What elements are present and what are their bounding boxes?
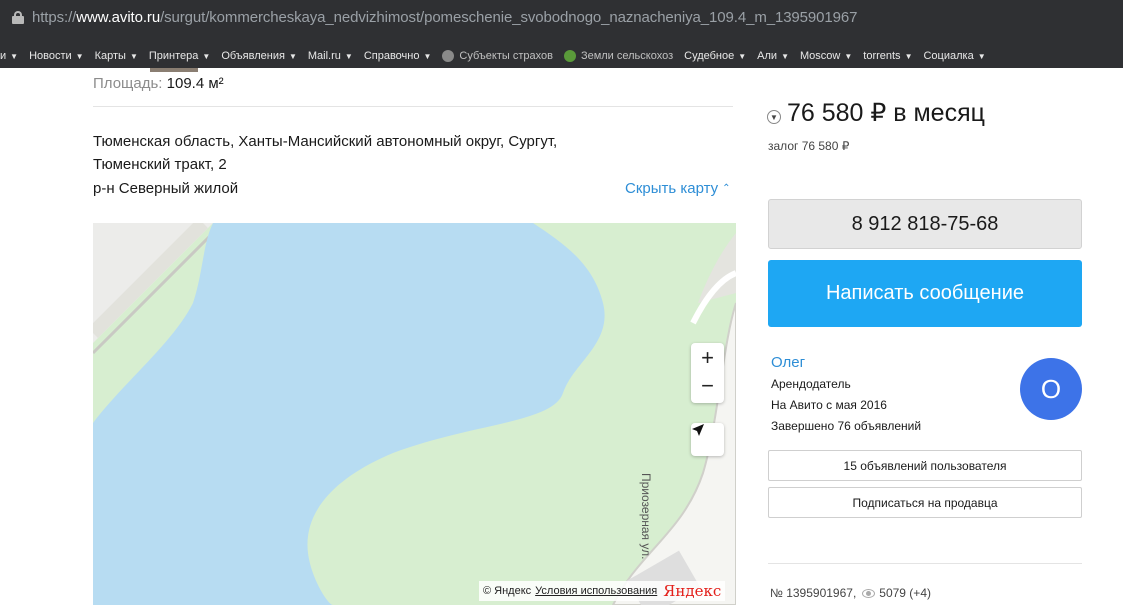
chevron-up-icon: ⌃: [722, 183, 731, 194]
map-copyright: © Яндекс Условия использования Яндекс: [479, 581, 726, 601]
bookmark-label: Карты: [94, 50, 126, 62]
bookmark-item[interactable]: Судебное ▼: [684, 50, 746, 62]
bookmark-item[interactable]: Земли сельскохоз: [563, 50, 674, 62]
caret-down-icon: ▼: [288, 51, 297, 61]
avatar[interactable]: О: [1020, 358, 1082, 420]
write-message-button[interactable]: Написать сообщение: [768, 260, 1082, 327]
bookmark-item[interactable]: Объявления ▼: [221, 50, 297, 62]
listing-meta: № 1395901967, 5079 (+4): [770, 586, 931, 600]
phone-button[interactable]: 8 912 818-75-68: [768, 199, 1082, 249]
address: Тюменская область, Ханты-Мансийский авто…: [93, 130, 653, 176]
bookmark-label: Moscow: [800, 50, 841, 62]
district: р-н Северный жилой: [93, 180, 239, 197]
caret-down-icon: ▼: [738, 51, 747, 61]
url-text[interactable]: https://www.avito.ru/surgut/kommercheska…: [32, 9, 857, 26]
url-host: www.avito.ru: [76, 9, 161, 26]
navigation-arrow-icon: [692, 424, 704, 436]
bookmark-item[interactable]: Новости ▼: [29, 50, 84, 62]
bookmark-label: Новости: [29, 50, 72, 62]
copyright-text: © Яндекс: [483, 585, 532, 597]
subscribe-button[interactable]: Подписаться на продавца: [768, 487, 1082, 518]
bookmark-item[interactable]: Али ▼: [757, 50, 789, 62]
url-path: /surgut/kommercheskaya_nedvizhimost/pome…: [160, 9, 858, 26]
bookmark-label: и: [0, 50, 7, 62]
bookmark-label: torrents: [863, 50, 901, 62]
photo-strip: [150, 68, 198, 72]
browser-address-bar[interactable]: https://www.avito.ru/surgut/kommercheska…: [0, 0, 1123, 44]
bookmark-label: Судебное: [684, 50, 735, 62]
address-line-2: Тюменский тракт, 2: [93, 156, 227, 173]
address-line-1: Тюменская область, Ханты-Мансийский авто…: [93, 133, 558, 150]
caret-down-icon: ▼: [75, 51, 84, 61]
geolocation-button[interactable]: [691, 423, 724, 456]
bookmark-label: Справочно: [363, 50, 420, 62]
seller-since: На Авито с мая 2016: [771, 398, 887, 412]
bookmark-item[interactable]: Карты ▼: [95, 50, 138, 62]
caret-down-icon: ▼: [10, 51, 19, 61]
shield-icon: [563, 50, 576, 62]
hide-map-label: Скрыть карту: [625, 180, 719, 197]
caret-down-icon: ▼: [844, 51, 853, 61]
emblem-icon: [442, 50, 455, 62]
listing-number: № 1395901967,: [770, 586, 857, 600]
divider: [93, 106, 733, 107]
zoom-in-button[interactable]: +: [691, 343, 724, 373]
lock-icon: [12, 11, 24, 24]
seller-role: Арендодатель: [771, 377, 851, 391]
bookmark-label: Объявления: [221, 50, 285, 62]
zoom-control: + −: [691, 343, 724, 403]
bookmark-item[interactable]: Mail.ru ▼: [308, 50, 353, 62]
caret-down-icon: ▼: [423, 51, 432, 61]
bookmark-label: Mail.ru: [307, 50, 341, 62]
eye-icon: [862, 588, 876, 598]
caret-down-icon: ▼: [904, 51, 913, 61]
area-label: Площадь:: [93, 75, 163, 92]
caret-down-icon: ▼: [781, 51, 789, 61]
listing-page: Площадь: 109.4 м² Тюменская область, Хан…: [0, 68, 1123, 605]
bookmark-label: Социалка: [923, 50, 974, 62]
bookmark-label: Принтера: [148, 50, 199, 62]
yandex-logo[interactable]: Яндекс: [663, 582, 721, 600]
bookmark-item[interactable]: Moscow ▼: [800, 50, 852, 62]
caret-down-icon: ▼: [202, 51, 211, 61]
bookmark-label: Али: [757, 50, 778, 62]
bookmark-item[interactable]: Справочно ▼: [364, 50, 432, 62]
street-label: Приозерная ул.: [639, 473, 653, 560]
deposit: залог 76 580 ₽: [768, 139, 850, 153]
caret-down-icon: ▼: [344, 51, 353, 61]
views-count: 5079 (+4): [879, 586, 931, 600]
bookmark-label: Земли сельскохоз: [580, 50, 674, 62]
bookmark-item[interactable]: и ▼: [0, 50, 18, 62]
user-listings-button[interactable]: 15 объявлений пользователя: [768, 450, 1082, 481]
divider: [768, 563, 1082, 564]
map[interactable]: + − Приозерная ул. © Яндекс Условия испо…: [93, 223, 736, 605]
price: 76 580 ₽ в месяц: [787, 99, 985, 127]
area-info: Площадь: 109.4 м²: [93, 75, 224, 92]
bookmark-label: Субъекты страхов: [459, 50, 553, 62]
bookmark-item[interactable]: Социалка ▼: [923, 50, 985, 62]
bookmark-item[interactable]: torrents ▼: [863, 50, 912, 62]
terms-link[interactable]: Условия использования: [535, 585, 657, 597]
area-value: 109.4 м²: [166, 75, 224, 92]
url-prefix: https://: [32, 9, 77, 26]
seller-name-link[interactable]: Олег: [771, 354, 805, 371]
chevron-down-icon[interactable]: ▼: [767, 110, 781, 124]
bookmark-item[interactable]: Принтера ▼: [149, 50, 210, 62]
bookmark-item[interactable]: Субъекты страхов: [442, 50, 553, 62]
caret-down-icon: ▼: [977, 51, 986, 61]
zoom-out-button[interactable]: −: [691, 371, 724, 401]
caret-down-icon: ▼: [129, 51, 138, 61]
seller-completed: Завершено 76 объявлений: [771, 419, 922, 433]
bookmarks-bar: и ▼ Новости ▼ Карты ▼ Принтера ▼ Объявления ▼ Mail…: [0, 44, 1123, 68]
hide-map-link[interactable]: Скрыть карту ⌃: [625, 180, 731, 197]
